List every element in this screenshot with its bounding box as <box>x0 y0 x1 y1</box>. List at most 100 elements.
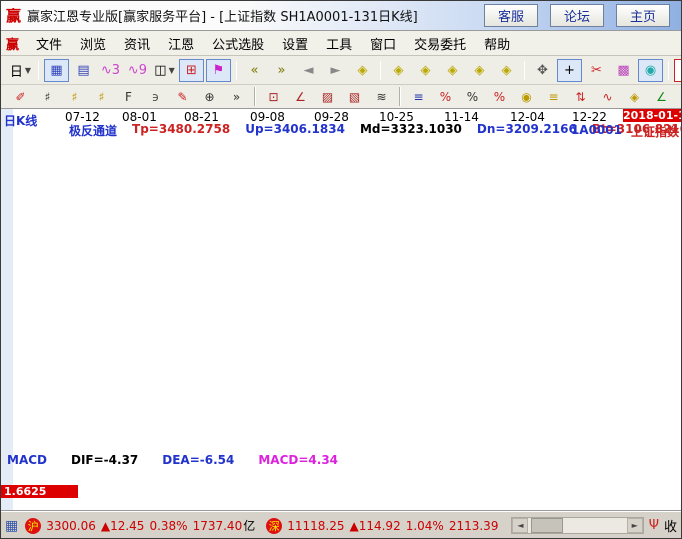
toolbar-separator <box>524 61 525 80</box>
toolbar-separator <box>38 61 39 80</box>
sh-index-value: 3300.06 <box>46 519 96 533</box>
smart-brain-icon[interactable]: ◉ <box>638 59 663 82</box>
forum-button[interactable]: 论坛 <box>550 4 604 27</box>
menu-logo-icon: 赢 <box>6 34 19 53</box>
next-icon[interactable]: ► <box>323 59 348 82</box>
sh-index-amount: 1737.40 <box>193 519 243 533</box>
gann-f-icon[interactable]: F <box>116 87 141 107</box>
percent-retrace-icon[interactable]: % <box>433 87 458 107</box>
menu-item-2[interactable]: 资讯 <box>115 32 159 55</box>
gold-diamond-icon[interactable]: ◈ <box>622 87 647 107</box>
main-graph-icon[interactable]: ▦ <box>44 59 69 82</box>
macd-hist-value: MACD=4.34 <box>258 453 338 467</box>
gann-tool-icon[interactable]: ▩ <box>611 59 636 82</box>
dropdown-caret-icon: ▼ <box>169 66 175 75</box>
crosshair-icon[interactable]: + <box>557 59 582 82</box>
j-line-icon[interactable]: ∠ <box>649 87 674 107</box>
grid-tool-1-icon[interactable]: ▨ <box>315 87 340 107</box>
menu-item-4[interactable]: 公式选股 <box>203 32 273 55</box>
channel-md: Md=3323.1030 <box>360 122 462 139</box>
kline-9-icon[interactable]: ∿9 <box>125 59 150 82</box>
merge-kline-icon[interactable]: ⊞ <box>179 59 204 82</box>
kline-chart-area[interactable]: 07-1208-0108-2109-0809-2810-2511-1412-04… <box>1 109 681 511</box>
zoom-diamond-2-icon[interactable]: ◈ <box>386 59 411 82</box>
cut-icon[interactable]: ✂ <box>584 59 609 82</box>
circle-tool-icon[interactable]: ⊕ <box>197 87 222 107</box>
sh-index-change: ▲12.45 <box>101 519 145 533</box>
menu-bar: 赢 文件浏览资讯江恩公式选股设置工具窗口交易委托帮助 <box>1 31 681 56</box>
macd-dif-value: DIF=-4.37 <box>71 453 138 467</box>
info-list-icon[interactable]: ▤ <box>71 59 96 82</box>
toolbar-separator <box>254 87 256 106</box>
last-page-icon[interactable]: » <box>269 59 294 82</box>
kline-3-icon[interactable]: ∿3 <box>98 59 123 82</box>
menu-item-9[interactable]: 帮助 <box>475 32 519 55</box>
percent-line-icon[interactable]: % <box>487 87 512 107</box>
zoom-diamond-1-icon[interactable]: ◈ <box>350 59 375 82</box>
zoom-diamond-3-icon[interactable]: ◈ <box>413 59 438 82</box>
first-page-icon[interactable]: « <box>242 59 267 82</box>
flag-mark-icon[interactable]: ⚑ <box>206 59 231 82</box>
gold-grid-2-icon[interactable]: ♯ <box>89 87 114 107</box>
more-tools-button[interactable]: » <box>224 87 249 107</box>
chart-canvas[interactable] <box>1 109 681 511</box>
prev-icon[interactable]: ◄ <box>296 59 321 82</box>
calendar-icon[interactable]: 21 <box>674 59 682 82</box>
gann-comb-icon[interactable]: ♯ <box>35 87 60 107</box>
home-button[interactable]: 主页 <box>616 4 670 27</box>
scroll-left-icon[interactable]: ◄ <box>512 518 528 533</box>
sz-index-pct: 1.04% <box>406 519 444 533</box>
window-title: 赢家江恩专业版[赢家服务平台] - [上证指数 SH1A0001-131日K线] <box>27 6 418 25</box>
updown-tool-icon[interactable]: ⇅ <box>568 87 593 107</box>
zoom-diamond-4-icon[interactable]: ◈ <box>440 59 465 82</box>
channel-name: 极反通道 <box>69 122 117 139</box>
zoom-diamond-6-icon[interactable]: ◈ <box>494 59 519 82</box>
quote-table-icon[interactable]: ▦ <box>5 518 18 534</box>
toolbar-main: 日▼▦▤∿3∿9◫▼⊞⚑«»◄►◈◈◈◈◈◈✥+✂▩◉21▦▤▣◍ <box>1 56 681 85</box>
pan-hand-icon[interactable]: ✥ <box>530 59 555 82</box>
menu-item-7[interactable]: 窗口 <box>361 32 405 55</box>
shenzhen-market-icon[interactable]: 深 <box>266 518 282 534</box>
scroll-right-icon[interactable]: ► <box>627 518 643 533</box>
wave-tool-icon[interactable]: ∿ <box>595 87 620 107</box>
gold-line-icon[interactable]: ≡ <box>541 87 566 107</box>
macd-dea-value: DEA=-6.54 <box>162 453 234 467</box>
sz-index-change: ▲114.92 <box>349 519 400 533</box>
sz-index-amount: 2113.39 <box>449 519 499 533</box>
gold-grid-1-icon[interactable]: ♯ <box>62 87 87 107</box>
rect-tool-icon[interactable]: ⊡ <box>261 87 286 107</box>
menu-item-5[interactable]: 设置 <box>273 32 317 55</box>
menu-item-3[interactable]: 江恩 <box>159 32 203 55</box>
current-date-badge: 2018-01-17 <box>623 109 681 122</box>
brush-icon[interactable]: ✐ <box>8 87 33 107</box>
pen-tool-icon[interactable]: ✎ <box>170 87 195 107</box>
menu-item-0[interactable]: 文件 <box>27 32 71 55</box>
period-day-button[interactable]: 日▼ <box>8 59 33 82</box>
grid-tool-2-icon[interactable]: ▧ <box>342 87 367 107</box>
receive-label: 收 <box>664 516 677 535</box>
menu-item-1[interactable]: 浏览 <box>71 32 115 55</box>
zoom-diamond-5-icon[interactable]: ◈ <box>467 59 492 82</box>
channel-tp: Tp=3480.2758 <box>132 122 230 139</box>
customer-service-button[interactable]: 客服 <box>484 4 538 27</box>
scrollbar-thumb[interactable] <box>531 518 563 533</box>
fan-lines-icon[interactable]: ∠ <box>288 87 313 107</box>
sh-index-pct: 0.38% <box>149 519 187 533</box>
menu-item-6[interactable]: 工具 <box>317 32 361 55</box>
sz-index-value: 11118.25 <box>287 519 344 533</box>
symbol-code: 1A0001 <box>571 123 622 140</box>
menu-items: 文件浏览资讯江恩公式选股设置工具窗口交易委托帮助 <box>27 32 519 55</box>
menu-item-8[interactable]: 交易委托 <box>405 32 475 55</box>
sh-amount-unit: 亿 <box>243 517 255 534</box>
parallel-lines-icon[interactable]: ≋ <box>369 87 394 107</box>
measure-icon[interactable]: ≡ <box>406 87 431 107</box>
connection-antenna-icon: Ψ <box>649 518 659 533</box>
shanghai-market-icon[interactable]: 沪 <box>25 518 41 534</box>
gann-5-icon[interactable]: ϶ <box>143 87 168 107</box>
percent-icon[interactable]: % <box>460 87 485 107</box>
horizontal-scrollbar[interactable]: ◄ ► <box>511 517 643 534</box>
pane-period-label: 日K线 <box>4 112 37 129</box>
gold-circle-icon[interactable]: ◉ <box>514 87 539 107</box>
macd-last-value-badge: 1.6625 <box>1 485 78 498</box>
candle-style-button[interactable]: ◫▼ <box>152 59 177 82</box>
